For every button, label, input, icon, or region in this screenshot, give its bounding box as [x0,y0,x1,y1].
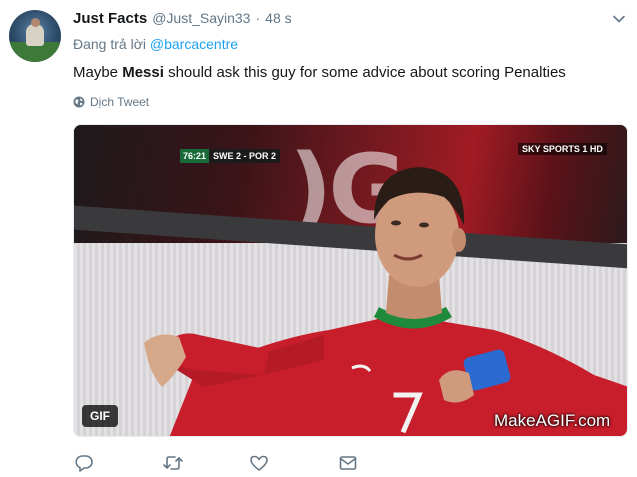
avatar-figure [26,24,44,46]
tweet-text-bold: Messi [122,64,164,81]
globe-icon [73,96,85,108]
gif-badge: GIF [82,405,118,427]
tweet-actions [73,452,373,474]
display-name[interactable]: Just Facts [73,10,147,27]
tweet-text-before: Maybe [73,64,123,81]
watermark: MakeAGIF.com [494,411,611,430]
retweet-icon[interactable] [162,452,184,474]
tweet-text-after: should ask this guy for some advice abou… [163,64,566,81]
match-clock: 76:21 [180,149,210,163]
translate-tweet-link[interactable]: Dịch Tweet [73,95,149,109]
reply-to-link[interactable]: @barcacentre [150,36,238,52]
reply-icon[interactable] [73,452,95,474]
tweet-header: Just Facts @Just_Sayin33 · 48 s [73,10,292,30]
tweet: Just Facts @Just_Sayin33 · 48 s Đang trả… [0,0,637,477]
chevron-down-icon[interactable] [612,12,626,26]
avatar[interactable] [9,10,61,62]
match-score: SWE 2 - POR 2 [209,149,281,163]
football-player-image [144,167,627,436]
scoreboard-overlay: 76:21 SWE 2 - POR 2 [180,149,281,163]
reply-prefix: Đang trả lời [73,36,146,52]
channel-logo: SKY SPORTS 1 HD [518,143,607,155]
avatar-head [31,18,40,27]
message-icon[interactable] [337,452,359,474]
translate-label: Dịch Tweet [90,95,150,109]
tweet-text: Maybe Messi should ask this guy for some… [73,63,566,83]
like-icon[interactable] [248,452,270,474]
separator-dot: · [255,10,261,26]
gif-media[interactable]: )G 76:21 SWE 2 - POR 2 SKY SPORTS 1 HD G… [73,124,628,437]
user-handle[interactable]: @Just_Sayin33 [152,10,250,26]
reply-context: Đang trả lời @barcacentre [73,36,238,52]
tweet-timestamp[interactable]: 48 s [265,10,291,26]
